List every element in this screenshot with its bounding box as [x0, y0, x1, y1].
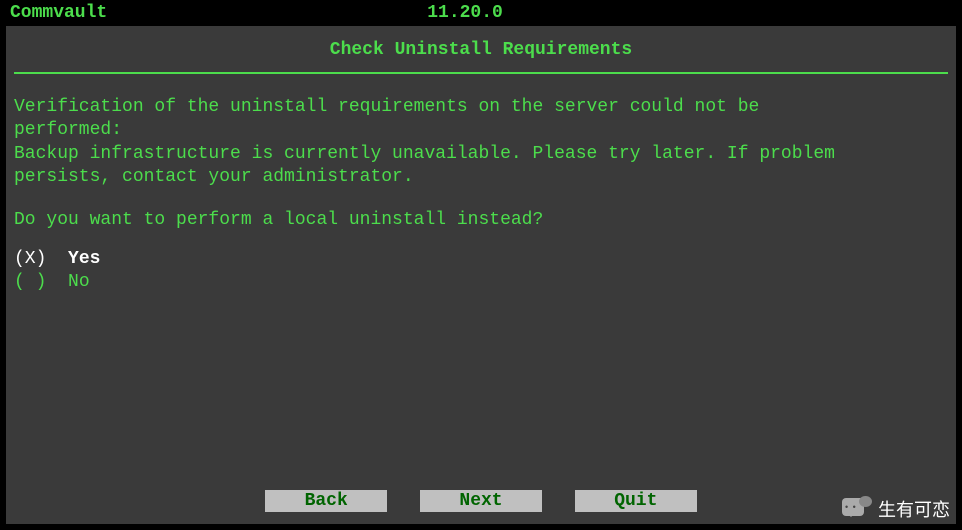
divider	[14, 72, 948, 74]
radio-marker-no: ( )	[14, 272, 46, 292]
main-panel: Check Uninstall Requirements Verificatio…	[6, 26, 956, 524]
button-row: Back Next Quit	[6, 490, 956, 512]
app-name: Commvault	[10, 3, 107, 23]
header-bar: Commvault 11.20.0	[0, 0, 962, 26]
app-version: 11.20.0	[427, 3, 503, 23]
option-no-label: No	[68, 272, 90, 292]
option-no[interactable]: ( ) No	[14, 271, 948, 294]
option-yes-label: Yes	[68, 249, 100, 269]
radio-marker-yes: (X)	[14, 249, 46, 269]
page-title: Check Uninstall Requirements	[14, 40, 948, 60]
message-text: Verification of the uninstall requiremen…	[14, 96, 948, 190]
back-button[interactable]: Back	[265, 490, 387, 512]
quit-button[interactable]: Quit	[575, 490, 697, 512]
next-button[interactable]: Next	[420, 490, 542, 512]
prompt-question: Do you want to perform a local uninstall…	[14, 210, 948, 230]
option-yes[interactable]: (X) Yes	[14, 248, 948, 271]
